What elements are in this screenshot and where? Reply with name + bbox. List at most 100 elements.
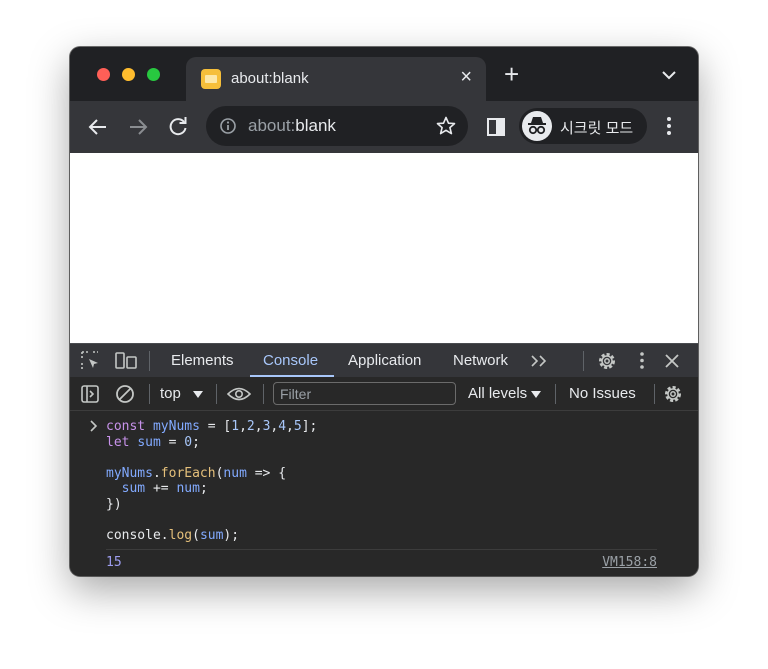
number: 0 [184,434,193,450]
identifier: num [223,465,247,481]
number: 4 [278,419,287,434]
show-sidebar-icon[interactable] [81,385,99,403]
punct: = [207,419,216,434]
punct: } [106,496,114,512]
incognito-icon [528,117,546,135]
live-expression-eye-icon[interactable] [227,387,251,401]
incognito-label: 시크릿 모드 [560,120,634,137]
identifier: myNums [152,419,200,434]
method: forEach [160,465,216,481]
number: 5 [293,419,302,434]
divider [263,384,264,404]
divider [555,384,556,404]
page-content [70,153,698,343]
incognito-avatar [522,111,552,141]
new-tab-button[interactable]: + [504,61,519,87]
browser-window: about:blank × + about:blank 시크릿 모드 Eleme… [70,47,698,576]
punct: ( [192,528,200,544]
source-link[interactable]: VM158:8 [602,555,657,570]
browser-toolbar: about:blank 시크릿 모드 [70,101,698,153]
tab-about-blank[interactable]: about:blank × [186,57,486,101]
code-line: myNums.forEach(num => { [106,466,286,481]
divider [583,351,584,371]
tab-strip: about:blank × + [70,47,698,101]
reload-icon[interactable] [168,116,188,138]
bookmark-star-icon[interactable] [436,116,456,136]
devtools-menu-icon[interactable] [640,352,644,369]
punct: ; [199,481,208,497]
number: 2 [246,419,255,434]
punct: ; [231,528,240,544]
url-text: about:blank [248,116,336,136]
tab-elements[interactable]: Elements [171,352,234,369]
number: 1 [231,419,240,434]
forward-arrow-icon[interactable] [128,117,148,137]
code-line: console.log(sum); [106,528,239,543]
clear-console-icon[interactable] [115,384,135,404]
punct: ; [192,434,200,450]
punct: , [239,419,247,434]
more-tabs-chevron-icon[interactable] [531,355,547,367]
console-code: const myNums = [1,2,3,4,5]; let sum = 0;… [106,419,317,544]
identifier: sum [121,481,146,497]
punct: => [254,465,271,481]
identifier: sum [199,528,224,544]
result-divider [106,549,657,550]
close-window-button[interactable] [97,68,110,81]
log-levels-selector[interactable]: All levels [468,385,527,402]
punct: , [286,419,294,434]
back-arrow-icon[interactable] [88,117,108,137]
console-result: 15 [106,555,122,570]
url-host: blank [295,116,336,135]
close-devtools-icon[interactable] [665,354,679,368]
side-panel-icon[interactable] [487,118,505,136]
devtools-tab-bar: Elements Console Application Network [70,343,698,377]
levels-dropdown-icon[interactable] [531,391,541,398]
punct: { [278,465,287,481]
inspect-element-icon[interactable] [81,351,100,370]
tab-application[interactable]: Application [348,352,421,369]
code-line: let sum = 0; [106,435,200,450]
filter-input[interactable]: Filter [273,382,456,405]
method: log [168,528,193,544]
divider [654,384,655,404]
punct: , [254,419,263,434]
identifier: sum [137,434,161,450]
identifier: myNums [106,465,153,481]
tab-title: about:blank [231,70,309,87]
browser-menu-icon[interactable] [667,117,671,135]
context-selector[interactable]: top [160,385,181,402]
tab-search-chevron-icon[interactable] [662,71,676,80]
incognito-indicator[interactable]: 시크릿 모드 [519,108,647,144]
punct: ) [113,496,122,512]
console-settings-gear-icon[interactable] [663,384,683,404]
url-scheme: about: [248,116,296,135]
issues-counter[interactable]: No Issues [569,385,636,402]
code-line: const myNums = [1,2,3,4,5]; [106,419,317,434]
tab-network[interactable]: Network [453,352,508,369]
code-line: sum += num; [106,481,208,496]
code-line: }) [106,497,122,512]
punct: . [160,528,169,544]
console-prompt-chevron-icon [90,420,98,432]
divider [216,384,217,404]
settings-gear-icon[interactable] [597,351,617,371]
punct: ] [301,419,310,434]
minimize-window-button[interactable] [122,68,135,81]
console-panel[interactable]: const myNums = [1,2,3,4,5]; let sum = 0;… [70,411,698,576]
punct: += [152,481,169,497]
context-dropdown-icon[interactable] [193,391,203,398]
page-favicon-icon [201,69,221,89]
address-bar[interactable]: about:blank [206,106,468,146]
tab-console[interactable]: Console [263,352,318,369]
tab-close-icon[interactable]: × [460,67,472,87]
site-info-icon[interactable] [220,118,236,134]
zoom-window-button[interactable] [147,68,160,81]
device-toolbar-icon[interactable] [115,352,137,369]
